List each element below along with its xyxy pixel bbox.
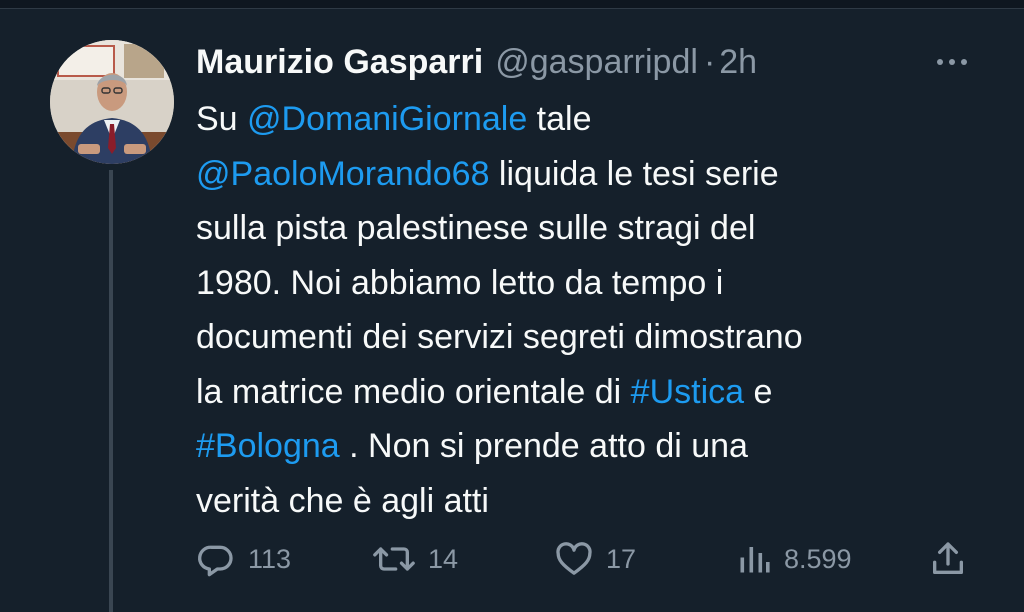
reply-button[interactable]: 113 [196,536,291,582]
tweet-text-segment: Su [196,100,248,138]
separator-dot: · [703,42,716,81]
tweet-text-segment: e [744,372,773,411]
user-handle[interactable]: @gasparripdl [495,43,698,82]
tweet-text-line: Su @DomaniGiornale tale [196,92,996,147]
avatar[interactable] [50,40,174,164]
tweet-text-line: documenti dei servizi segreti dimostrano [196,310,996,365]
mention-link[interactable]: @DomaniGiornale [247,100,527,138]
tweet-text-segment: tale [527,100,592,138]
tweet-text-line: verità che è agli atti [196,474,996,529]
hashtag-link[interactable]: #Bologna [196,427,340,465]
like-button[interactable]: 17 [554,536,636,582]
top-border [0,0,1024,9]
more-icon[interactable] [930,48,974,76]
tweet-text: Su @DomaniGiornale tale @PaoloMorando68 l… [196,92,996,528]
views-button[interactable]: 8.599 [736,536,852,582]
tweet-text-line: 1980. Noi abbiamo letto da tempo i [196,256,996,311]
tweet-text-segment: . Non si prende atto di una [339,427,748,465]
tweet-text-line: la matrice medio orientale di #Ustica e [196,365,996,420]
retweet-icon [373,547,415,571]
tweet-text-line: sulla pista palestinese sulle stragi del [196,201,996,256]
action-bar: 113 14 17 8.599 [196,536,986,582]
retweet-count: 14 [428,543,459,574]
views-icon [740,547,770,573]
tweet-text-line: #Bologna . Non si prende atto di una [196,419,996,474]
like-count: 17 [606,543,637,574]
tweet-text-segment: verità che è agli atti [196,481,489,520]
tweet-text-line: @PaoloMorando68 liquida le tesi serie [196,147,996,202]
like-icon [556,542,592,575]
share-icon [933,542,963,574]
share-button[interactable] [928,536,968,582]
tweet-text-segment: la matrice medio orientale di [196,372,631,411]
thread-line [109,170,113,612]
retweet-button[interactable]: 14 [372,536,458,582]
tweet-text-segment: sulla pista palestinese sulle stragi del [196,209,756,247]
tweet-text-segment: documenti dei servizi segreti dimostrano [196,318,803,356]
display-name[interactable]: Maurizio Gasparri [196,43,483,82]
tweet-text-segment: 1980. Noi abbiamo letto da tempo i [196,263,724,302]
avatar-photo [50,40,174,164]
reply-icon [198,545,233,577]
hashtag-link[interactable]: #Ustica [631,373,744,411]
reply-count: 113 [248,543,292,574]
mention-link[interactable]: @PaoloMorando68 [196,155,489,193]
timestamp[interactable]: 2h [719,43,757,82]
views-count: 8.599 [784,543,852,574]
tweet-text-segment: liquida le tesi serie [489,154,779,193]
tweet-header: Maurizio Gasparri @gasparripdl · 2h [196,40,757,84]
